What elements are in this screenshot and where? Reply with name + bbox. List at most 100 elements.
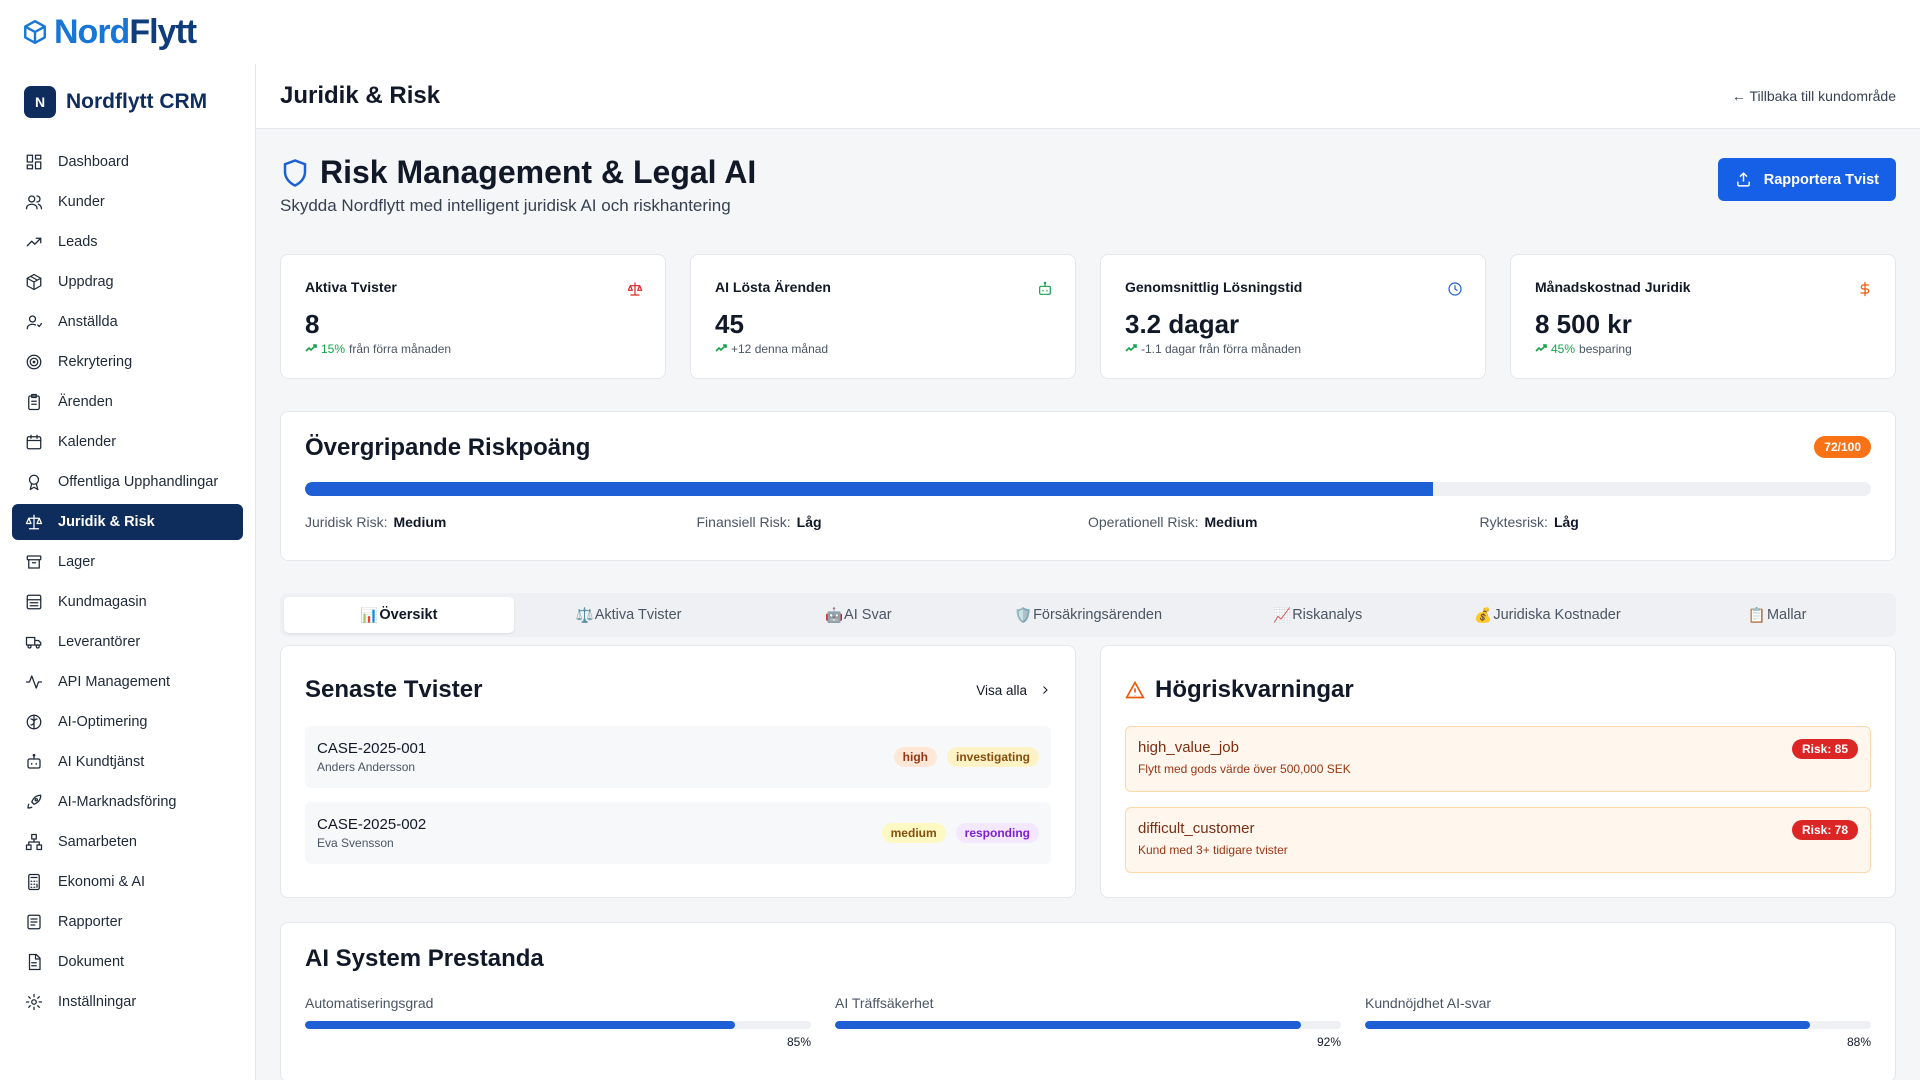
network-icon — [24, 832, 44, 852]
main-area: Juridik & Risk ← Tillbaka till kundområd… — [256, 64, 1920, 1080]
clock-icon — [1447, 281, 1463, 297]
sidebar: N Nordflytt CRM Dashboard Kunder Leads Uppd… — [0, 64, 256, 1080]
grid-icon — [24, 152, 44, 172]
warning-title: difficult_customer — [1138, 820, 1255, 837]
sidebar-item-label: Leads — [58, 234, 98, 250]
sidebar-item-leads[interactable]: Leads — [12, 224, 243, 260]
brand-name-part1: Nord — [54, 12, 130, 51]
stat-value: 8 — [305, 309, 320, 339]
box-icon — [24, 19, 46, 45]
stat-note: 45% besparing — [1535, 342, 1871, 356]
metric-progress-bar — [1365, 1021, 1871, 1029]
trend-icon — [1535, 342, 1547, 356]
stat-label: Aktiva Tvister — [305, 279, 397, 295]
tab-försäkringsärenden[interactable]: 🛡️ Försäkringsärenden — [973, 597, 1203, 633]
risk-value: Medium — [1204, 514, 1258, 530]
sidebar-item-uppdrag[interactable]: Uppdrag — [12, 264, 243, 300]
warning-description: Kund med 3+ tidigare tvister — [1138, 843, 1288, 857]
sidebar-item-offentliga-upphandlingar[interactable]: Offentliga Upphandlingar — [12, 464, 243, 500]
sidebar-item-label: Kundmagasin — [58, 594, 147, 610]
risk-value: Medium — [393, 514, 447, 530]
sidebar-item-ai-kundtjänst[interactable]: AI Kundtjänst — [12, 744, 243, 780]
sidebar-item-label: Dokument — [58, 954, 125, 970]
sidebar-item-api-management[interactable]: API Management — [12, 664, 243, 700]
stat-note-text: -1.1 dagar från förra månaden — [1141, 342, 1302, 356]
risk-breakdown: Juridisk Risk: Medium Finansiell Risk: Låg O… — [305, 514, 1871, 530]
sidebar-item-dokument[interactable]: Dokument — [12, 944, 243, 980]
sidebar-item-rapporter[interactable]: Rapporter — [12, 904, 243, 940]
sidebar-item-anställda[interactable]: Anställda — [12, 304, 243, 340]
sidebar-header[interactable]: N Nordflytt CRM — [0, 64, 255, 140]
sidebar-item-rekrytering[interactable]: Rekrytering — [12, 344, 243, 380]
sidebar-item-kunder[interactable]: Kunder — [12, 184, 243, 220]
dispute-id: CASE-2025-001 — [317, 740, 427, 757]
sidebar-item-kalender[interactable]: Kalender — [12, 424, 243, 460]
sidebar-item-inställningar[interactable]: Inställningar — [12, 984, 243, 1020]
stat-card: AI Lösta Ärenden 45 +12 denna månad — [690, 254, 1076, 379]
truck-icon — [24, 632, 44, 652]
stat-card: Genomsnittlig Lösningstid 3.2 dagar -1.1 d… — [1100, 254, 1486, 379]
high-risk-warnings-panel: Högriskvarningar high_value_job Flytt med… — [1100, 645, 1896, 898]
report-dispute-button[interactable]: Rapportera Tvist — [1717, 158, 1896, 201]
trend-icon — [1125, 342, 1137, 356]
metric-label: AI Träffsäkerhet — [835, 995, 934, 1011]
metric-progress-fill — [1365, 1021, 1811, 1029]
tab-bar: 📊 Översikt ⚖️ Aktiva Tvister 🤖 AI Svar 🛡️ Försä… — [280, 593, 1896, 637]
sidebar-item-label: AI-Marknadsföring — [58, 794, 177, 810]
app-title: Nordflytt CRM — [66, 90, 208, 113]
ai-performance-card: AI System Prestanda Automatiseringsgrad 8… — [280, 922, 1896, 1080]
tab-label: Mallar — [1766, 607, 1807, 623]
stat-label: Månadskostnad Juridik — [1535, 279, 1691, 295]
risk-progress-bar — [305, 482, 1871, 496]
trend-icon — [715, 342, 727, 356]
metric-label: Kundnöjdhet AI-svar — [1365, 995, 1492, 1011]
dispute-row[interactable]: CASE-2025-002 Eva Svensson medium respondin… — [305, 802, 1051, 864]
view-all-link[interactable]: Visa alla — [976, 683, 1051, 698]
page-header: Juridik & Risk ← Tillbaka till kundområd… — [256, 64, 1920, 129]
tab-riskanalys[interactable]: 📈 Riskanalys — [1203, 597, 1433, 633]
metric-value: 92% — [1316, 1035, 1341, 1049]
tab-ai-svar[interactable]: 🤖 AI Svar — [743, 597, 973, 633]
tab-mallar[interactable]: 📋 Mallar — [1662, 597, 1892, 633]
sidebar-item-dashboard[interactable]: Dashboard — [12, 144, 243, 180]
sidebar-item-ai-optimering[interactable]: AI-Optimering — [12, 704, 243, 740]
tab-juridiska-kostnader[interactable]: 💰 Juridiska Kostnader — [1433, 597, 1663, 633]
risk-breakdown-item: Finansiell Risk: Låg — [697, 514, 1089, 530]
warning-item[interactable]: high_value_job Flytt med gods värde över … — [1125, 726, 1871, 792]
sidebar-item-label: Uppdrag — [58, 274, 114, 290]
sidebar-item-ekonomi-ai[interactable]: Ekonomi & AI — [12, 864, 243, 900]
sidebar-item-lager[interactable]: Lager — [12, 544, 243, 580]
back-link[interactable]: ← Tillbaka till kundområde — [1732, 88, 1896, 104]
report-dispute-label: Rapportera Tvist — [1763, 171, 1879, 188]
sidebar-item-ai-marknadsföring[interactable]: AI-Marknadsföring — [12, 784, 243, 820]
chevron-right-icon — [1043, 686, 1048, 694]
tab-emoji: 🤖 — [824, 607, 844, 624]
metric-progress-fill — [835, 1021, 1301, 1029]
tab-översikt[interactable]: 📊 Översikt — [284, 597, 514, 633]
sidebar-item-samarbeten[interactable]: Samarbeten — [12, 824, 243, 860]
sidebar-item-kundmagasin[interactable]: Kundmagasin — [12, 584, 243, 620]
metric-progress-fill — [305, 1021, 736, 1029]
stat-label: AI Lösta Ärenden — [715, 279, 831, 295]
sidebar-item-leverantörer[interactable]: Leverantörer — [12, 624, 243, 660]
tab-aktiva-tvister[interactable]: ⚖️ Aktiva Tvister — [514, 597, 744, 633]
sidebar-item-label: Dashboard — [58, 154, 129, 170]
dispute-row[interactable]: CASE-2025-001 Anders Andersson high investi… — [305, 726, 1051, 788]
scale-icon — [627, 281, 643, 297]
tab-label: Aktiva Tvister — [594, 607, 682, 623]
warning-item[interactable]: difficult_customer Kund med 3+ tidigare t… — [1125, 807, 1871, 873]
brand-logo[interactable]: NordFlytt — [22, 12, 197, 52]
risk-value: Låg — [796, 514, 822, 530]
tab-label: Försäkringsärenden — [1033, 607, 1163, 623]
stat-card: Aktiva Tvister 8 15% från förra månaden — [280, 254, 666, 379]
stat-value: 45 — [715, 309, 744, 339]
severity-badge: medium — [881, 823, 946, 843]
stats-row: Aktiva Tvister 8 15% från förra månaden AI L… — [280, 254, 1896, 379]
tab-emoji: 📈 — [1273, 607, 1292, 624]
risk-badge: Risk: 78 — [1791, 820, 1858, 840]
risk-label: Juridisk Risk: — [305, 514, 388, 530]
ai-performance-title: AI System Prestanda — [305, 945, 544, 972]
alert-triangle-icon — [1125, 680, 1145, 699]
sidebar-item-ärenden[interactable]: Ärenden — [12, 384, 243, 420]
sidebar-item-juridik-risk[interactable]: Juridik & Risk — [12, 504, 243, 540]
